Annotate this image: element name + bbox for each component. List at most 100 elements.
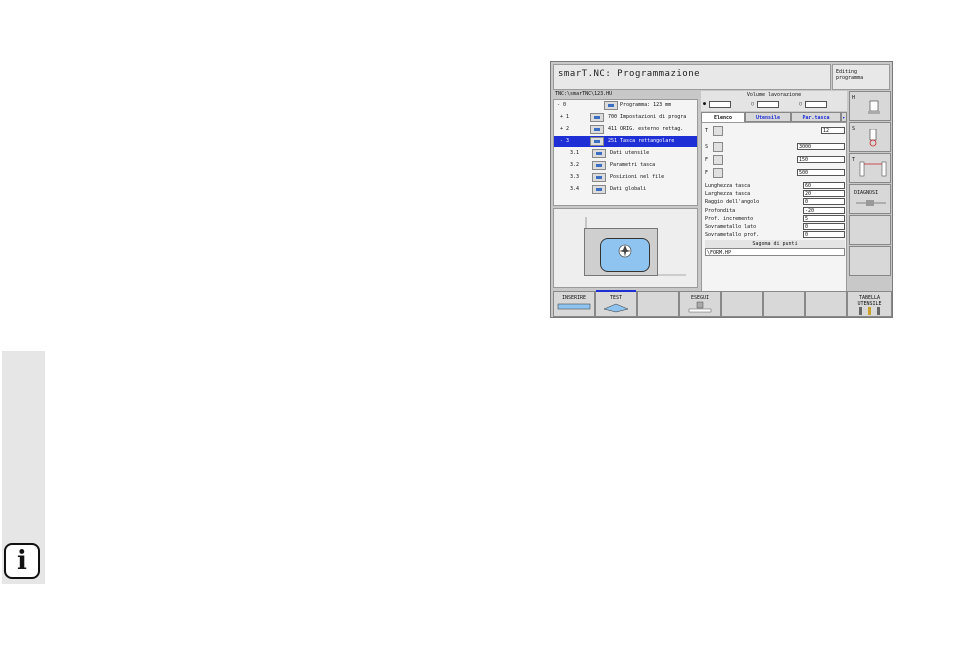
- param-row: Sovrametallo prof. 0: [705, 231, 845, 239]
- param-row: Lunghezza tasca 60: [705, 182, 845, 190]
- spindle-label: S: [705, 144, 709, 150]
- volume-selector: ● ○ ○: [701, 99, 847, 111]
- softkey-s[interactable]: S: [849, 122, 891, 152]
- softkey-empty-c[interactable]: [763, 291, 805, 317]
- tree-row[interactable]: + 2 411 ORIG. esterno rettag.: [554, 124, 697, 135]
- pattern-file-field[interactable]: \FORM.HP: [705, 248, 845, 256]
- tree-row[interactable]: 3.2 Parametri tasca: [554, 160, 697, 171]
- param-field[interactable]: 0: [803, 223, 845, 230]
- tool-row: T 12: [705, 126, 845, 136]
- param-row: Sovrametallo lato 0: [705, 223, 845, 231]
- spindle-icon: [869, 129, 877, 147]
- param-row: Profondita -20: [705, 207, 845, 215]
- tree-row[interactable]: 3.3 Posizioni nel file: [554, 172, 697, 183]
- milling-feed-field[interactable]: 500: [797, 169, 845, 176]
- plunge-feed-label: F: [705, 157, 709, 163]
- softkey-empty-1[interactable]: [849, 215, 891, 245]
- tool-field[interactable]: 12: [821, 127, 845, 134]
- param-field[interactable]: 0: [803, 231, 845, 238]
- pocket-icon: [590, 137, 604, 146]
- settings-icon: [590, 113, 604, 122]
- tree-row[interactable]: + 1 700 Impostazioni di progra: [554, 112, 697, 123]
- milling-feed-label: F: [705, 170, 709, 176]
- milling-cutter-icon: [618, 244, 632, 258]
- tree-row-label: Posizioni nel file: [610, 174, 665, 180]
- plunge-feed-icon: [713, 155, 723, 165]
- param-field[interactable]: 5: [803, 215, 845, 222]
- tab-utensile[interactable]: Utensile: [745, 112, 791, 122]
- param-field[interactable]: -20: [803, 207, 845, 214]
- tree-row-number: 3.3: [570, 174, 580, 180]
- spindle-row: S 3000: [705, 142, 845, 152]
- volume-option-1[interactable]: ●: [703, 101, 743, 109]
- test-graphics-icon: [603, 303, 629, 313]
- param-label: Sovrametallo prof.: [705, 232, 760, 238]
- tree-row-number: 3.2: [570, 162, 580, 168]
- softkey-inserire[interactable]: INSERIRE: [553, 291, 595, 317]
- globe-icon: [592, 185, 606, 194]
- program-icon: [604, 101, 618, 110]
- param-field[interactable]: 20: [803, 190, 845, 197]
- volume-option-3[interactable]: ○: [799, 101, 839, 109]
- plunge-feed-field[interactable]: 150: [797, 156, 845, 163]
- tree-row-label: Programma: 123 mm: [620, 102, 672, 108]
- tree-row-label: 251 Tasca rettangolare: [608, 138, 675, 144]
- softkey-empty-b[interactable]: [721, 291, 763, 317]
- param-label: Lunghezza tasca: [705, 183, 751, 189]
- param-row: Larghezza tasca 20: [705, 190, 845, 198]
- param-field[interactable]: 0: [803, 198, 845, 205]
- spindle-speed-field[interactable]: 3000: [797, 143, 845, 150]
- tab-scroll-arrow-icon[interactable]: ▸: [841, 112, 847, 122]
- softkey-t[interactable]: T: [849, 153, 891, 183]
- softkey-test-active-bar: [596, 290, 636, 292]
- tree-row[interactable]: - 0 Programma: 123 mm: [554, 100, 697, 111]
- execute-icon: [688, 301, 712, 313]
- program-tree: - 0 Programma: 123 mm + 1 700 Impostazio…: [553, 99, 698, 206]
- param-field[interactable]: 60: [803, 182, 845, 189]
- volume-1-icon: [709, 101, 731, 108]
- softkey-tabella-utensile-label: TABELLA UTENSILE: [857, 295, 882, 307]
- positions-icon: [592, 173, 606, 182]
- param-label: Profondita: [705, 208, 736, 214]
- softkey-s-label: S: [852, 126, 856, 132]
- tree-row-number: - 3: [560, 138, 570, 144]
- form-tabs: Elenco Utensile Par.tasca ▸: [701, 112, 847, 122]
- tool-table-icon: [858, 307, 880, 315]
- title-bar: smarT.NC: Programmazione: [553, 64, 831, 90]
- tab-par-tasca[interactable]: Par.tasca: [791, 112, 841, 122]
- tree-row[interactable]: 3.4 Dati globali: [554, 184, 697, 195]
- file-path: TNC:\smarTNC\123.HU: [555, 91, 613, 97]
- volume-3-icon: [805, 101, 827, 108]
- milling-feed-icon: [713, 168, 723, 178]
- volume-header: Volume lavorazione: [701, 91, 847, 99]
- tree-row[interactable]: 3.1 Dati utensile: [554, 148, 697, 159]
- param-label: Sovrametallo lato: [705, 224, 757, 230]
- tool-icon: [713, 126, 723, 136]
- softkey-esegui[interactable]: ESEGUI: [679, 291, 721, 317]
- param-label: Raggio dell'angolo: [705, 199, 760, 205]
- tnc-screen: smarT.NC: Programmazione Editing program…: [550, 61, 893, 318]
- milling-feed-row: F 500: [705, 168, 845, 178]
- tool-label: T: [705, 128, 709, 134]
- softkey-test[interactable]: TEST: [595, 290, 637, 317]
- app-title: smarT.NC: Programmazione: [558, 69, 701, 79]
- pattern-header: Sagoma di punti: [705, 240, 845, 248]
- pocket-params-icon: [592, 161, 606, 170]
- tree-row-label: Parametri tasca: [610, 162, 656, 168]
- tree-row-selected[interactable]: - 3 251 Tasca rettangolare: [554, 136, 697, 147]
- softkey-h[interactable]: H: [849, 91, 891, 121]
- tool-holder-icon: [868, 100, 880, 114]
- tree-row-number: 3.1: [570, 150, 580, 156]
- softkey-diagnosi[interactable]: DIAGNOSI: [849, 184, 891, 214]
- plunge-feed-row: F 150: [705, 155, 845, 165]
- horizontal-softkeys: INSERIRE TEST ESEGUI TABELLA UTENSILE: [553, 290, 892, 317]
- volume-option-2[interactable]: ○: [751, 101, 791, 109]
- softkey-empty-2[interactable]: [849, 246, 891, 276]
- tab-elenco[interactable]: Elenco: [701, 112, 745, 122]
- insert-icon: [557, 303, 591, 310]
- pocket-graphic: [553, 208, 698, 288]
- softkey-tabella-utensile[interactable]: TABELLA UTENSILE: [847, 291, 892, 317]
- softkey-empty-d[interactable]: [805, 291, 847, 317]
- softkey-empty-a[interactable]: [637, 291, 679, 317]
- param-label: Prof. incremento: [705, 216, 754, 222]
